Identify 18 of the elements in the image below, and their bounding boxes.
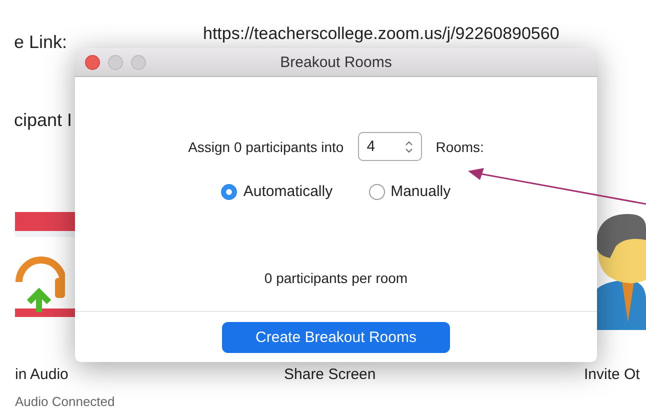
rooms-stepper[interactable]: 4 [358,132,422,161]
join-audio-tile[interactable] [15,212,75,317]
invite-label: Invite Ot [584,366,640,383]
link-label: e Link: [14,32,68,53]
radio-option[interactable]: Automatically [221,183,333,200]
assign-label: Assign 0 participants into [188,138,344,154]
radio-option[interactable]: Manually [368,183,451,200]
join-audio-label: in Audio [15,366,68,383]
close-icon[interactable] [85,54,100,70]
rooms-label: Rooms: [436,138,484,154]
audio-status: Audio Connected [15,394,115,409]
share-screen-label: Share Screen [284,366,376,383]
participant-id-label: cipant I [14,110,72,131]
create-breakout-rooms-button[interactable]: Create Breakout Rooms [222,322,450,352]
meeting-link[interactable]: https://teacherscollege.zoom.us/j/92260890560 [203,24,560,44]
window-title: Breakout Rooms [280,54,392,70]
stepper-icon [404,140,413,154]
per-room-text: 0 participants per room [264,270,408,286]
